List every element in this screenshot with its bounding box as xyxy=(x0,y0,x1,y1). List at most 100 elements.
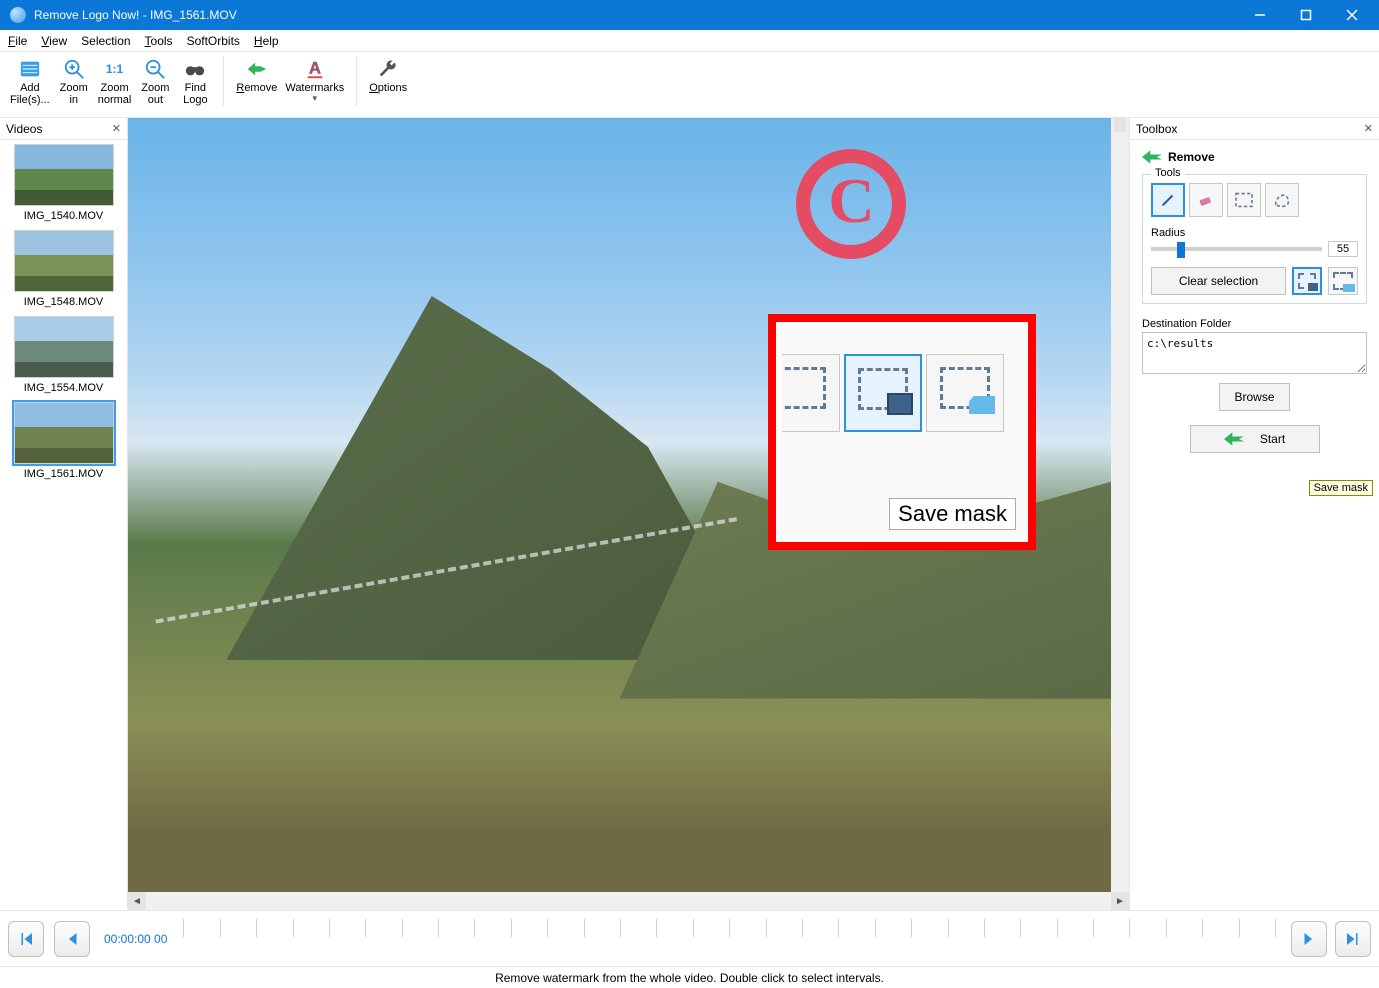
maximize-button[interactable] xyxy=(1283,0,1329,30)
callout-tooltip-label: Save mask xyxy=(889,498,1016,530)
scroll-left-icon[interactable]: ◄ xyxy=(128,892,146,910)
video-filename: IMG_1540.MOV xyxy=(4,210,123,222)
tools-fieldset: Tools Radius 55 Clear selection xyxy=(1142,174,1367,304)
add-files-label: Add File(s)... xyxy=(10,82,50,106)
tools-legend: Tools xyxy=(1151,167,1185,179)
video-canvas[interactable]: Save mask xyxy=(128,118,1111,892)
minimize-button[interactable] xyxy=(1237,0,1283,30)
watermarks-button[interactable]: A Watermarks ▾ xyxy=(281,56,348,106)
video-list-item[interactable]: IMG_1554.MOV xyxy=(4,316,123,394)
vertical-scrollbar[interactable] xyxy=(1111,118,1129,874)
video-frame: Save mask xyxy=(128,118,1111,892)
rect-select-tool[interactable] xyxy=(1227,183,1261,217)
arrow-icon xyxy=(1224,432,1244,446)
zoom-out-label: Zoom out xyxy=(141,82,169,106)
binoculars-icon xyxy=(184,58,206,80)
destination-folder-input[interactable] xyxy=(1142,332,1367,374)
app-icon xyxy=(10,7,26,23)
zoom-in-button[interactable]: Zoom in xyxy=(54,56,94,108)
start-button[interactable]: Start xyxy=(1190,425,1320,453)
radius-slider[interactable] xyxy=(1151,247,1322,251)
slider-thumb[interactable] xyxy=(1177,242,1185,258)
horizontal-scrollbar[interactable]: ◄ ► xyxy=(128,892,1129,910)
timeline-next-button[interactable] xyxy=(1291,921,1327,957)
menu-file[interactable]: File xyxy=(8,34,27,48)
timeline-start-button[interactable] xyxy=(8,921,44,957)
canvas-wrap: Save mask ◄ ► xyxy=(128,118,1129,910)
video-list[interactable]: IMG_1540.MOV IMG_1548.MOV IMG_1554.MOV IMG_… xyxy=(0,140,127,910)
window-title: Remove Logo Now! - IMG_1561.MOV xyxy=(32,8,1237,22)
close-button[interactable] xyxy=(1329,0,1375,30)
menu-softorbits[interactable]: SoftOrbits xyxy=(187,34,240,48)
timeline-track[interactable] xyxy=(183,919,1275,959)
annotation-callout: Save mask xyxy=(768,314,1036,550)
save-mask-icon xyxy=(858,368,908,410)
watermark-copyright-icon xyxy=(796,149,906,259)
remove-button[interactable]: Remove xyxy=(232,56,281,106)
video-list-item[interactable]: IMG_1548.MOV xyxy=(4,230,123,308)
destination-folder-label: Destination Folder xyxy=(1142,318,1367,330)
save-mask-button[interactable] xyxy=(1292,267,1322,295)
menu-selection[interactable]: Selection xyxy=(81,34,130,48)
open-mask-icon xyxy=(1333,272,1353,290)
open-mask-button[interactable] xyxy=(1328,267,1358,295)
zoom-normal-label: Zoom normal xyxy=(98,82,132,106)
toolbar-separator xyxy=(223,56,224,106)
callout-save-mask-button[interactable] xyxy=(844,354,922,432)
scroll-right-icon[interactable]: ► xyxy=(1111,892,1129,910)
freeform-select-icon xyxy=(1272,192,1292,208)
freeform-select-tool[interactable] xyxy=(1265,183,1299,217)
timeline-end-button[interactable] xyxy=(1335,921,1371,957)
zoom-in-icon xyxy=(63,58,85,80)
callout-open-mask-button[interactable] xyxy=(926,354,1004,432)
main-area: Videos ✕ IMG_1540.MOVIMG_1548.MOVIMG_155… xyxy=(0,118,1379,910)
menu-tools[interactable]: Tools xyxy=(145,34,173,48)
main-toolbar: Add File(s)... Zoom in 1:1 Zoom normal Z… xyxy=(0,52,1379,118)
find-logo-label: Find Logo xyxy=(183,82,207,106)
toolbox-section-label: Remove xyxy=(1168,150,1215,164)
timeline-ticks xyxy=(183,919,1275,959)
find-logo-button[interactable]: Find Logo xyxy=(175,56,215,108)
add-files-icon xyxy=(19,58,41,80)
eraser-icon xyxy=(1197,191,1215,209)
svg-text:A: A xyxy=(309,60,321,78)
browse-button[interactable]: Browse xyxy=(1219,383,1289,411)
marker-icon xyxy=(1159,191,1177,209)
video-list-item[interactable]: IMG_1561.MOV xyxy=(4,402,123,480)
callout-button-left[interactable] xyxy=(762,354,840,432)
menu-view[interactable]: View xyxy=(41,34,67,48)
video-filename: IMG_1561.MOV xyxy=(4,468,123,480)
video-thumbnail xyxy=(14,316,114,378)
zoom-normal-button[interactable]: 1:1 Zoom normal xyxy=(94,56,136,108)
zoom-out-button[interactable]: Zoom out xyxy=(135,56,175,108)
zoom-in-label: Zoom in xyxy=(60,82,88,106)
video-list-item[interactable]: IMG_1540.MOV xyxy=(4,144,123,222)
timeline-time: 00:00:00 00 xyxy=(104,932,167,946)
toolbox-panel-close[interactable]: ✕ xyxy=(1364,122,1373,135)
video-filename: IMG_1548.MOV xyxy=(4,296,123,308)
canvas-area: Save mask xyxy=(128,118,1129,892)
wrench-icon xyxy=(377,58,399,80)
video-thumbnail xyxy=(14,402,114,464)
menu-help[interactable]: Help xyxy=(254,34,279,48)
start-label: Start xyxy=(1260,432,1285,446)
radius-value[interactable]: 55 xyxy=(1328,241,1358,257)
watermarks-icon: A xyxy=(304,58,326,80)
remove-label: Remove xyxy=(236,82,277,94)
videos-panel-close[interactable]: ✕ xyxy=(112,122,121,135)
video-thumbnail xyxy=(14,144,114,206)
videos-panel: Videos ✕ IMG_1540.MOVIMG_1548.MOVIMG_155… xyxy=(0,118,128,910)
window-titlebar: Remove Logo Now! - IMG_1561.MOV xyxy=(0,0,1379,30)
eraser-tool[interactable] xyxy=(1189,183,1223,217)
options-label: Options xyxy=(369,82,407,94)
clear-selection-button[interactable]: Clear selection xyxy=(1151,267,1286,295)
add-files-button[interactable]: Add File(s)... xyxy=(6,56,54,108)
marker-tool[interactable] xyxy=(1151,183,1185,217)
arrow-icon xyxy=(1142,150,1162,164)
dropdown-icon: ▾ xyxy=(313,93,318,104)
timeline-prev-button[interactable] xyxy=(54,921,90,957)
selection-icon xyxy=(776,367,826,409)
remove-arrow-icon xyxy=(246,58,268,80)
toolbox-panel-title: Toolbox xyxy=(1136,122,1177,136)
options-button[interactable]: Options xyxy=(365,56,411,96)
